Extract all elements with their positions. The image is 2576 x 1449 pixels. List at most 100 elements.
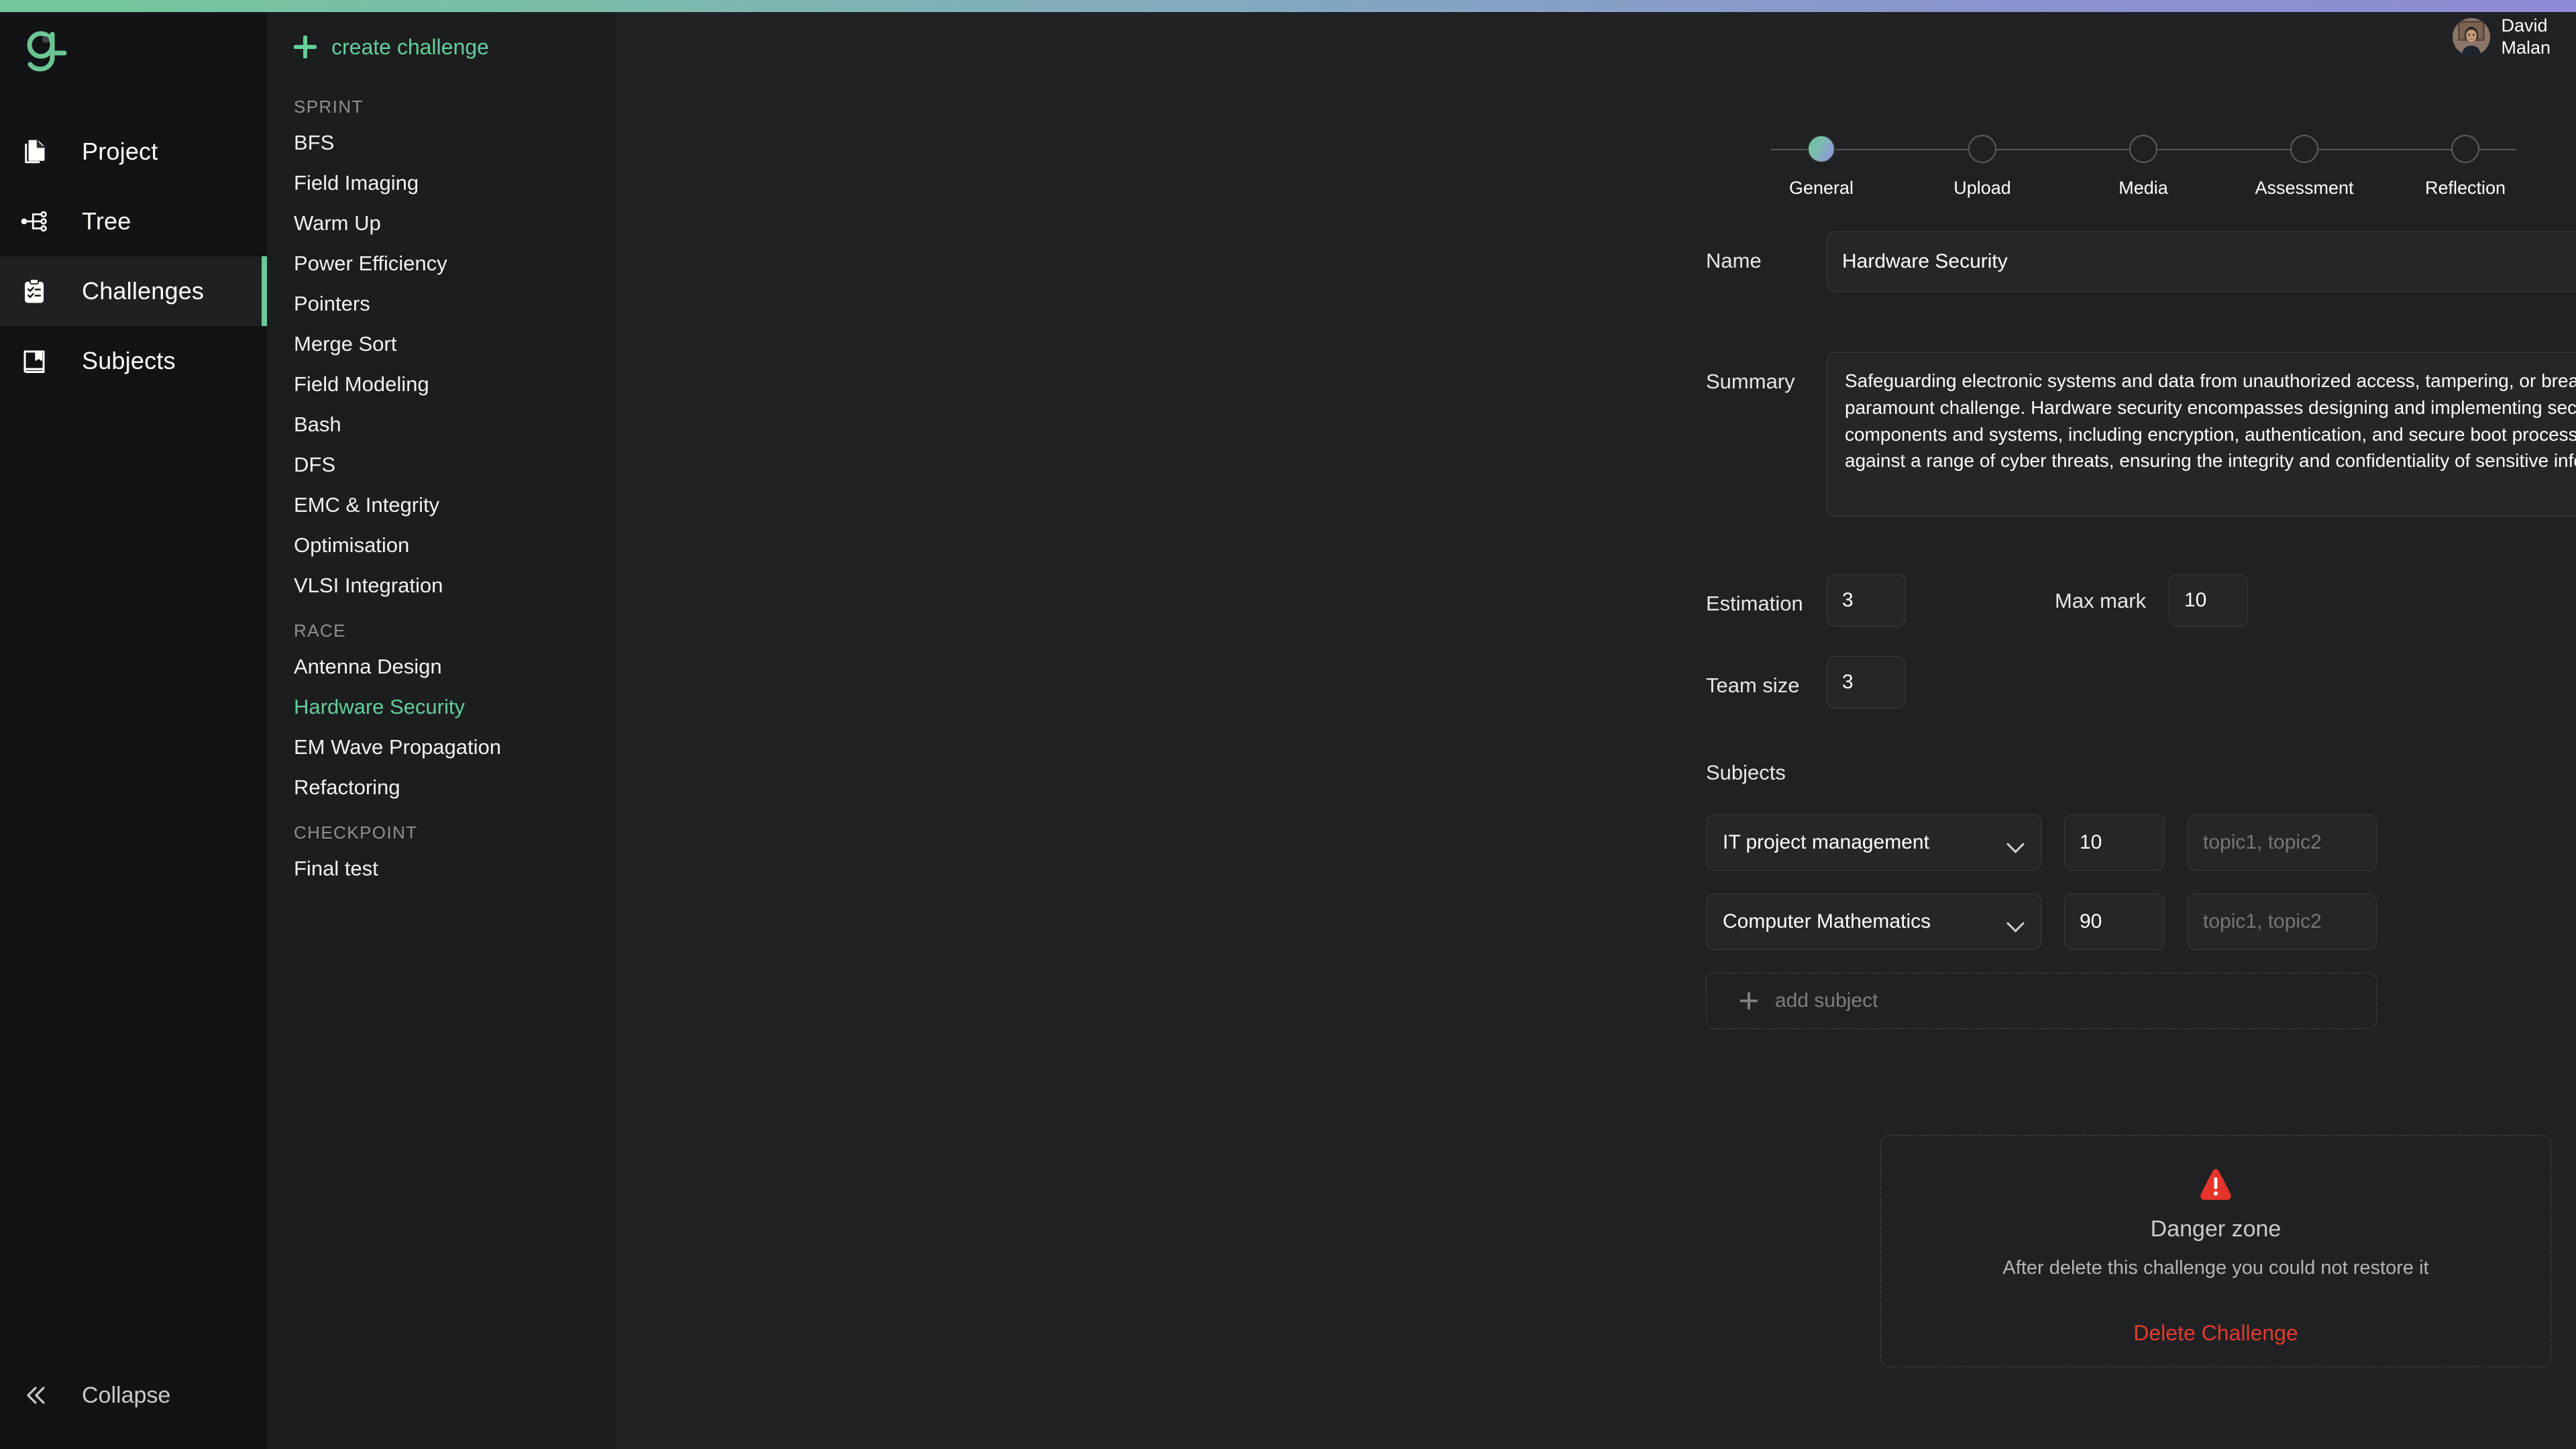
subject-select-value: Computer Mathematics	[1723, 910, 1931, 932]
team-size-row: Team size	[1706, 656, 2576, 708]
estimation-maxmark-row: Estimation Max mark	[1706, 574, 2576, 627]
user-name: David Malan	[2501, 15, 2551, 59]
max-mark-label: Max mark	[2055, 589, 2147, 612]
subjects-list: IT project management Computer Mathematic…	[1706, 814, 2576, 950]
sidebar-nav-list: Project Tree Challenges Subjects	[0, 117, 267, 396]
challenge-list-item[interactable]: Hardware Security	[267, 687, 616, 727]
challenge-list-item[interactable]: Final test	[267, 849, 616, 889]
name-input[interactable]	[1827, 231, 2576, 292]
sidebar-item-project[interactable]: Project	[0, 117, 267, 186]
team-size-input[interactable]	[1827, 656, 1906, 708]
name-label: Name	[1706, 249, 1762, 272]
danger-zone-description: After delete this challenge you could no…	[2002, 1257, 2429, 1279]
plus-icon	[294, 36, 317, 58]
challenge-list-item[interactable]: EM Wave Propagation	[267, 727, 616, 767]
add-subject-button[interactable]: add subject	[1706, 973, 2377, 1029]
sidebar-item-subjects[interactable]: Subjects	[0, 326, 267, 396]
step-dot-icon	[2290, 135, 2318, 163]
avatar	[2453, 17, 2491, 56]
step-label: General	[1788, 178, 1854, 198]
subject-select-value: IT project management	[1723, 831, 1929, 853]
stepper-step-media[interactable]: Media	[2063, 117, 2224, 199]
challenge-list-item[interactable]: Bash	[267, 405, 616, 445]
documents-icon	[20, 138, 62, 166]
collapse-label: Collapse	[82, 1382, 171, 1408]
step-dot-icon	[2129, 135, 2157, 163]
sidebar-item-tree[interactable]: Tree	[0, 186, 267, 256]
tree-icon	[20, 207, 62, 235]
challenge-list-item[interactable]: Antenna Design	[267, 647, 616, 687]
challenge-list-item[interactable]: BFS	[267, 123, 616, 163]
challenge-list-item[interactable]: Power Efficiency	[267, 244, 616, 284]
subject-weight-input[interactable]	[2064, 894, 2165, 950]
estimation-label: Estimation	[1706, 592, 1803, 615]
user-profile-chip[interactable]: David Malan	[2453, 15, 2551, 59]
challenge-list-item[interactable]: VLSI Integration	[267, 566, 616, 606]
challenge-list-item[interactable]: Warm Up	[267, 203, 616, 244]
challenge-list-item[interactable]: EMC & Integrity	[267, 485, 616, 525]
challenge-list-item[interactable]: DFS	[267, 445, 616, 485]
step-label: Upload	[1953, 178, 2011, 198]
chevron-down-icon	[2007, 917, 2025, 927]
subject-row: IT project management	[1706, 814, 2576, 871]
challenge-list-item[interactable]: Field Imaging	[267, 163, 616, 203]
challenge-group-title: SPRINT	[294, 97, 364, 117]
chevron-double-left-icon	[20, 1381, 62, 1410]
delete-challenge-button[interactable]: Delete Challenge	[2133, 1321, 2298, 1346]
sidebar-item-label: Tree	[82, 207, 131, 235]
create-challenge-button[interactable]: create challenge	[267, 12, 616, 82]
summary-textarea[interactable]	[1827, 352, 2576, 517]
summary-field-row: Summary	[1706, 352, 2576, 517]
clipboard-checklist-icon	[20, 277, 62, 305]
create-challenge-label: create challenge	[331, 34, 489, 59]
step-dot-icon	[1968, 135, 1996, 163]
stepper-steps: General Upload Media Assessment Reflection	[1741, 117, 2546, 199]
user-first-name: David	[2501, 15, 2548, 36]
top-gradient-bar	[0, 0, 2576, 12]
team-size-label: Team size	[1706, 674, 1800, 697]
sidebar-item-label: Challenges	[82, 277, 205, 305]
book-icon	[20, 347, 62, 375]
sidebar-item-label: Subjects	[82, 347, 176, 374]
main-content: David Malan General Upload Media Assessment R…	[616, 0, 2576, 1449]
g-logo-icon	[24, 30, 72, 73]
subject-weight-input[interactable]	[2064, 814, 2165, 871]
sidebar-item-challenges[interactable]: Challenges	[0, 256, 267, 326]
max-mark-input[interactable]	[2169, 574, 2248, 627]
summary-label: Summary	[1706, 370, 1795, 393]
subject-select[interactable]: Computer Mathematics	[1706, 894, 2041, 950]
plus-icon	[1740, 992, 1758, 1010]
subject-topics-input[interactable]	[2188, 894, 2377, 950]
stepper-step-assessment[interactable]: Assessment	[2224, 117, 2385, 199]
danger-zone-panel: Danger zone After delete this challenge …	[1880, 1135, 2551, 1367]
step-label: Reflection	[2424, 178, 2506, 198]
chevron-down-icon	[2007, 838, 2025, 848]
challenge-list-item[interactable]: Optimisation	[267, 525, 616, 566]
challenge-list-item[interactable]: Merge Sort	[267, 324, 616, 364]
subject-row: Computer Mathematics	[1706, 894, 2576, 950]
step-dot-icon	[2451, 135, 2479, 163]
subject-select[interactable]: IT project management	[1706, 814, 2041, 871]
step-label: Assessment	[2255, 178, 2354, 198]
estimation-input[interactable]	[1827, 574, 1906, 627]
challenge-list-item[interactable]: Pointers	[267, 284, 616, 324]
primary-sidebar: Project Tree Challenges Subjects Collaps…	[0, 0, 267, 1449]
add-subject-label: add subject	[1775, 989, 1878, 1012]
challenges-list-panel: create challenge SPRINT BFS Field Imaging W…	[267, 0, 616, 1449]
challenge-list-item[interactable]: Refactoring	[267, 767, 616, 808]
app-root: Project Tree Challenges Subjects Collaps…	[0, 0, 2576, 1449]
user-last-name: Malan	[2501, 37, 2551, 58]
stepper-step-general[interactable]: General	[1741, 117, 1902, 199]
challenge-group-title: CHECKPOINT	[294, 822, 418, 843]
stepper-step-upload[interactable]: Upload	[1902, 117, 2063, 199]
general-form: Name Summary Estimation Max mark Team si…	[1706, 231, 2576, 1029]
name-field-row: Name	[1706, 231, 2576, 292]
subject-topics-input[interactable]	[2188, 814, 2377, 871]
challenge-group-title: RACE	[294, 621, 346, 641]
step-label: Media	[2118, 178, 2168, 198]
collapse-sidebar-button[interactable]: Collapse	[0, 1342, 267, 1449]
challenge-list-item[interactable]: Field Modeling	[267, 364, 616, 405]
stepper-step-reflection[interactable]: Reflection	[2385, 117, 2546, 199]
app-logo[interactable]	[0, 12, 267, 91]
warning-triangle-icon	[2196, 1165, 2235, 1203]
